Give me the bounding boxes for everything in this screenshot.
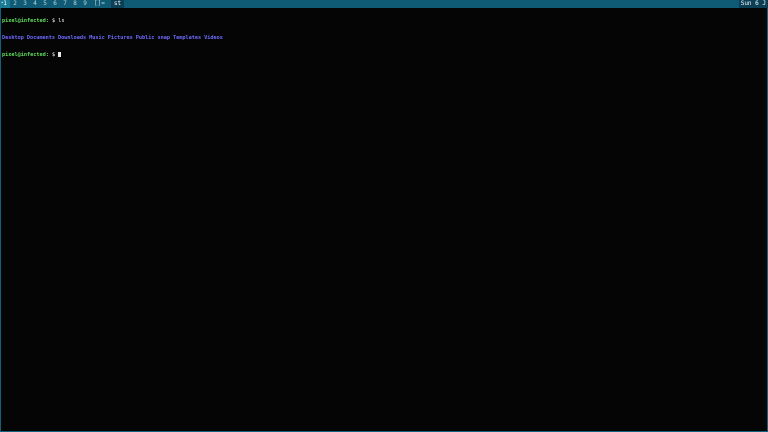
shell-prompt: pixel@infected: xyxy=(2,52,49,58)
workspace-tag-3[interactable]: 3 xyxy=(20,0,30,8)
workspace-tag-label: 1 xyxy=(3,0,7,7)
text-cursor[interactable] xyxy=(58,52,62,57)
dir-entry: Pictures xyxy=(107,34,133,41)
window-title: st xyxy=(110,0,125,8)
dir-entry: Documents xyxy=(26,34,55,41)
active-marker-icon: • xyxy=(1,0,4,5)
dir-entry: Videos xyxy=(204,34,223,41)
terminal-output: pixel@infected: $ ls Desktop Documents Dow… xyxy=(1,8,767,69)
workspace-tag-1[interactable]: • 1 xyxy=(0,0,10,8)
status-clock: Sun 6 J xyxy=(738,0,768,8)
desktop-screen: • 1 2 3 4 5 6 7 8 9 []= st Sun 6 J pixel@… xyxy=(0,0,768,432)
typed-command: ls xyxy=(58,18,65,24)
dir-entry: Music xyxy=(89,34,105,41)
status-bar: • 1 2 3 4 5 6 7 8 9 []= st Sun 6 J xyxy=(0,0,768,8)
dir-entry: Downloads xyxy=(57,34,87,41)
layout-indicator[interactable]: []= xyxy=(94,0,105,8)
dir-entry: Templates xyxy=(172,34,202,41)
terminal-line-input: pixel@infected: $ xyxy=(2,52,767,58)
workspace-tags: • 1 2 3 4 5 6 7 8 9 xyxy=(0,0,90,8)
dir-entry: Public xyxy=(135,34,155,41)
workspace-tag-5[interactable]: 5 xyxy=(40,0,50,8)
workspace-tag-6[interactable]: 6 xyxy=(50,0,60,8)
workspace-tag-4[interactable]: 4 xyxy=(30,0,40,8)
terminal-window[interactable]: pixel@infected: $ ls Desktop Documents Dow… xyxy=(0,8,768,432)
dir-entry: snap xyxy=(157,34,170,41)
workspace-tag-7[interactable]: 7 xyxy=(60,0,70,8)
terminal-line-command: pixel@infected: $ ls xyxy=(2,18,767,25)
dir-entry: Desktop xyxy=(2,34,24,41)
workspace-tag-9[interactable]: 9 xyxy=(80,0,90,8)
terminal-line-listing: Desktop Documents Downloads Music Pictures Pu… xyxy=(2,34,767,42)
shell-prompt: pixel@infected: xyxy=(2,18,49,24)
workspace-tag-8[interactable]: 8 xyxy=(70,0,80,8)
workspace-tag-2[interactable]: 2 xyxy=(10,0,20,8)
prompt-symbol: $ xyxy=(51,52,56,58)
prompt-symbol: $ xyxy=(51,18,56,24)
